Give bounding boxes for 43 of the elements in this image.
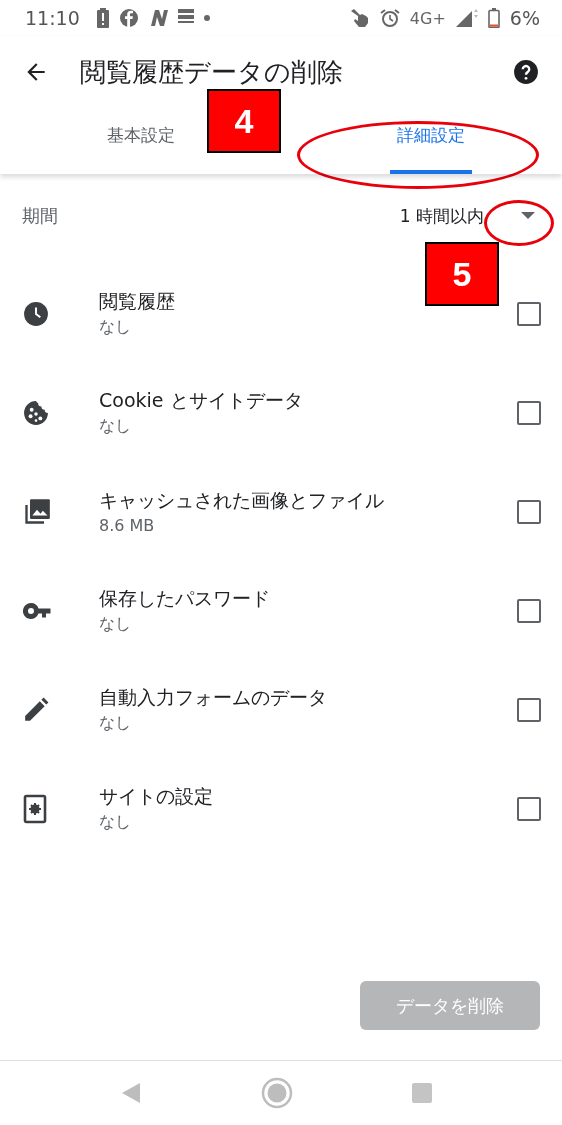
checkbox[interactable] [517,598,541,623]
pencil-icon [23,696,49,723]
item-subtitle: なし [99,812,132,833]
item-subtitle: 8.6 MB [99,516,156,535]
alarm-icon [379,8,400,28]
help-icon [513,59,539,85]
battery-percent: 6% [509,7,540,29]
facebook-icon [119,9,138,27]
item-subtitle: なし [99,317,132,338]
status-time: 11:10 [25,7,80,29]
checkbox[interactable] [517,301,541,326]
step-number: 4 [207,89,281,153]
checkbox[interactable] [517,796,541,821]
notification-dot-icon [203,15,210,21]
checkbox[interactable] [517,400,541,425]
tab[interactable]: 基本設定 [100,108,182,174]
item-subtitle: なし [99,614,132,635]
period-label: 期間 [22,204,58,228]
clock-icon [23,300,49,327]
item-title: Cookie とサイトデータ [99,388,304,413]
hand-icon [349,8,370,28]
item-title: 保存したパスワード [99,586,271,611]
tab[interactable]: 詳細設定 [390,108,472,174]
checkbox[interactable] [517,697,541,722]
network-type: 4G+ [409,8,446,28]
item-title: 自動入力フォームのデータ [99,685,328,710]
images-icon [23,497,51,526]
item-title: 閲覧履歴 [99,289,176,314]
cookie-icon [23,399,49,426]
item-subtitle: なし [99,416,132,437]
battery-alert-icon [95,8,110,28]
signal-icon [455,9,478,27]
battery-icon [487,8,500,28]
step-number: 5 [425,242,499,306]
checkbox[interactable] [517,499,541,524]
item-title: サイトの設定 [99,784,214,809]
key-icon [23,601,53,620]
site-settings-icon [23,793,47,824]
dropdown-caret-icon [521,212,535,220]
item-subtitle: なし [99,713,132,734]
page-title: 閲覧履歴データの削除 [80,55,344,89]
item-title: キャッシュされた画像とファイル [99,488,385,513]
period-value: 1 時間以内 [399,204,484,228]
